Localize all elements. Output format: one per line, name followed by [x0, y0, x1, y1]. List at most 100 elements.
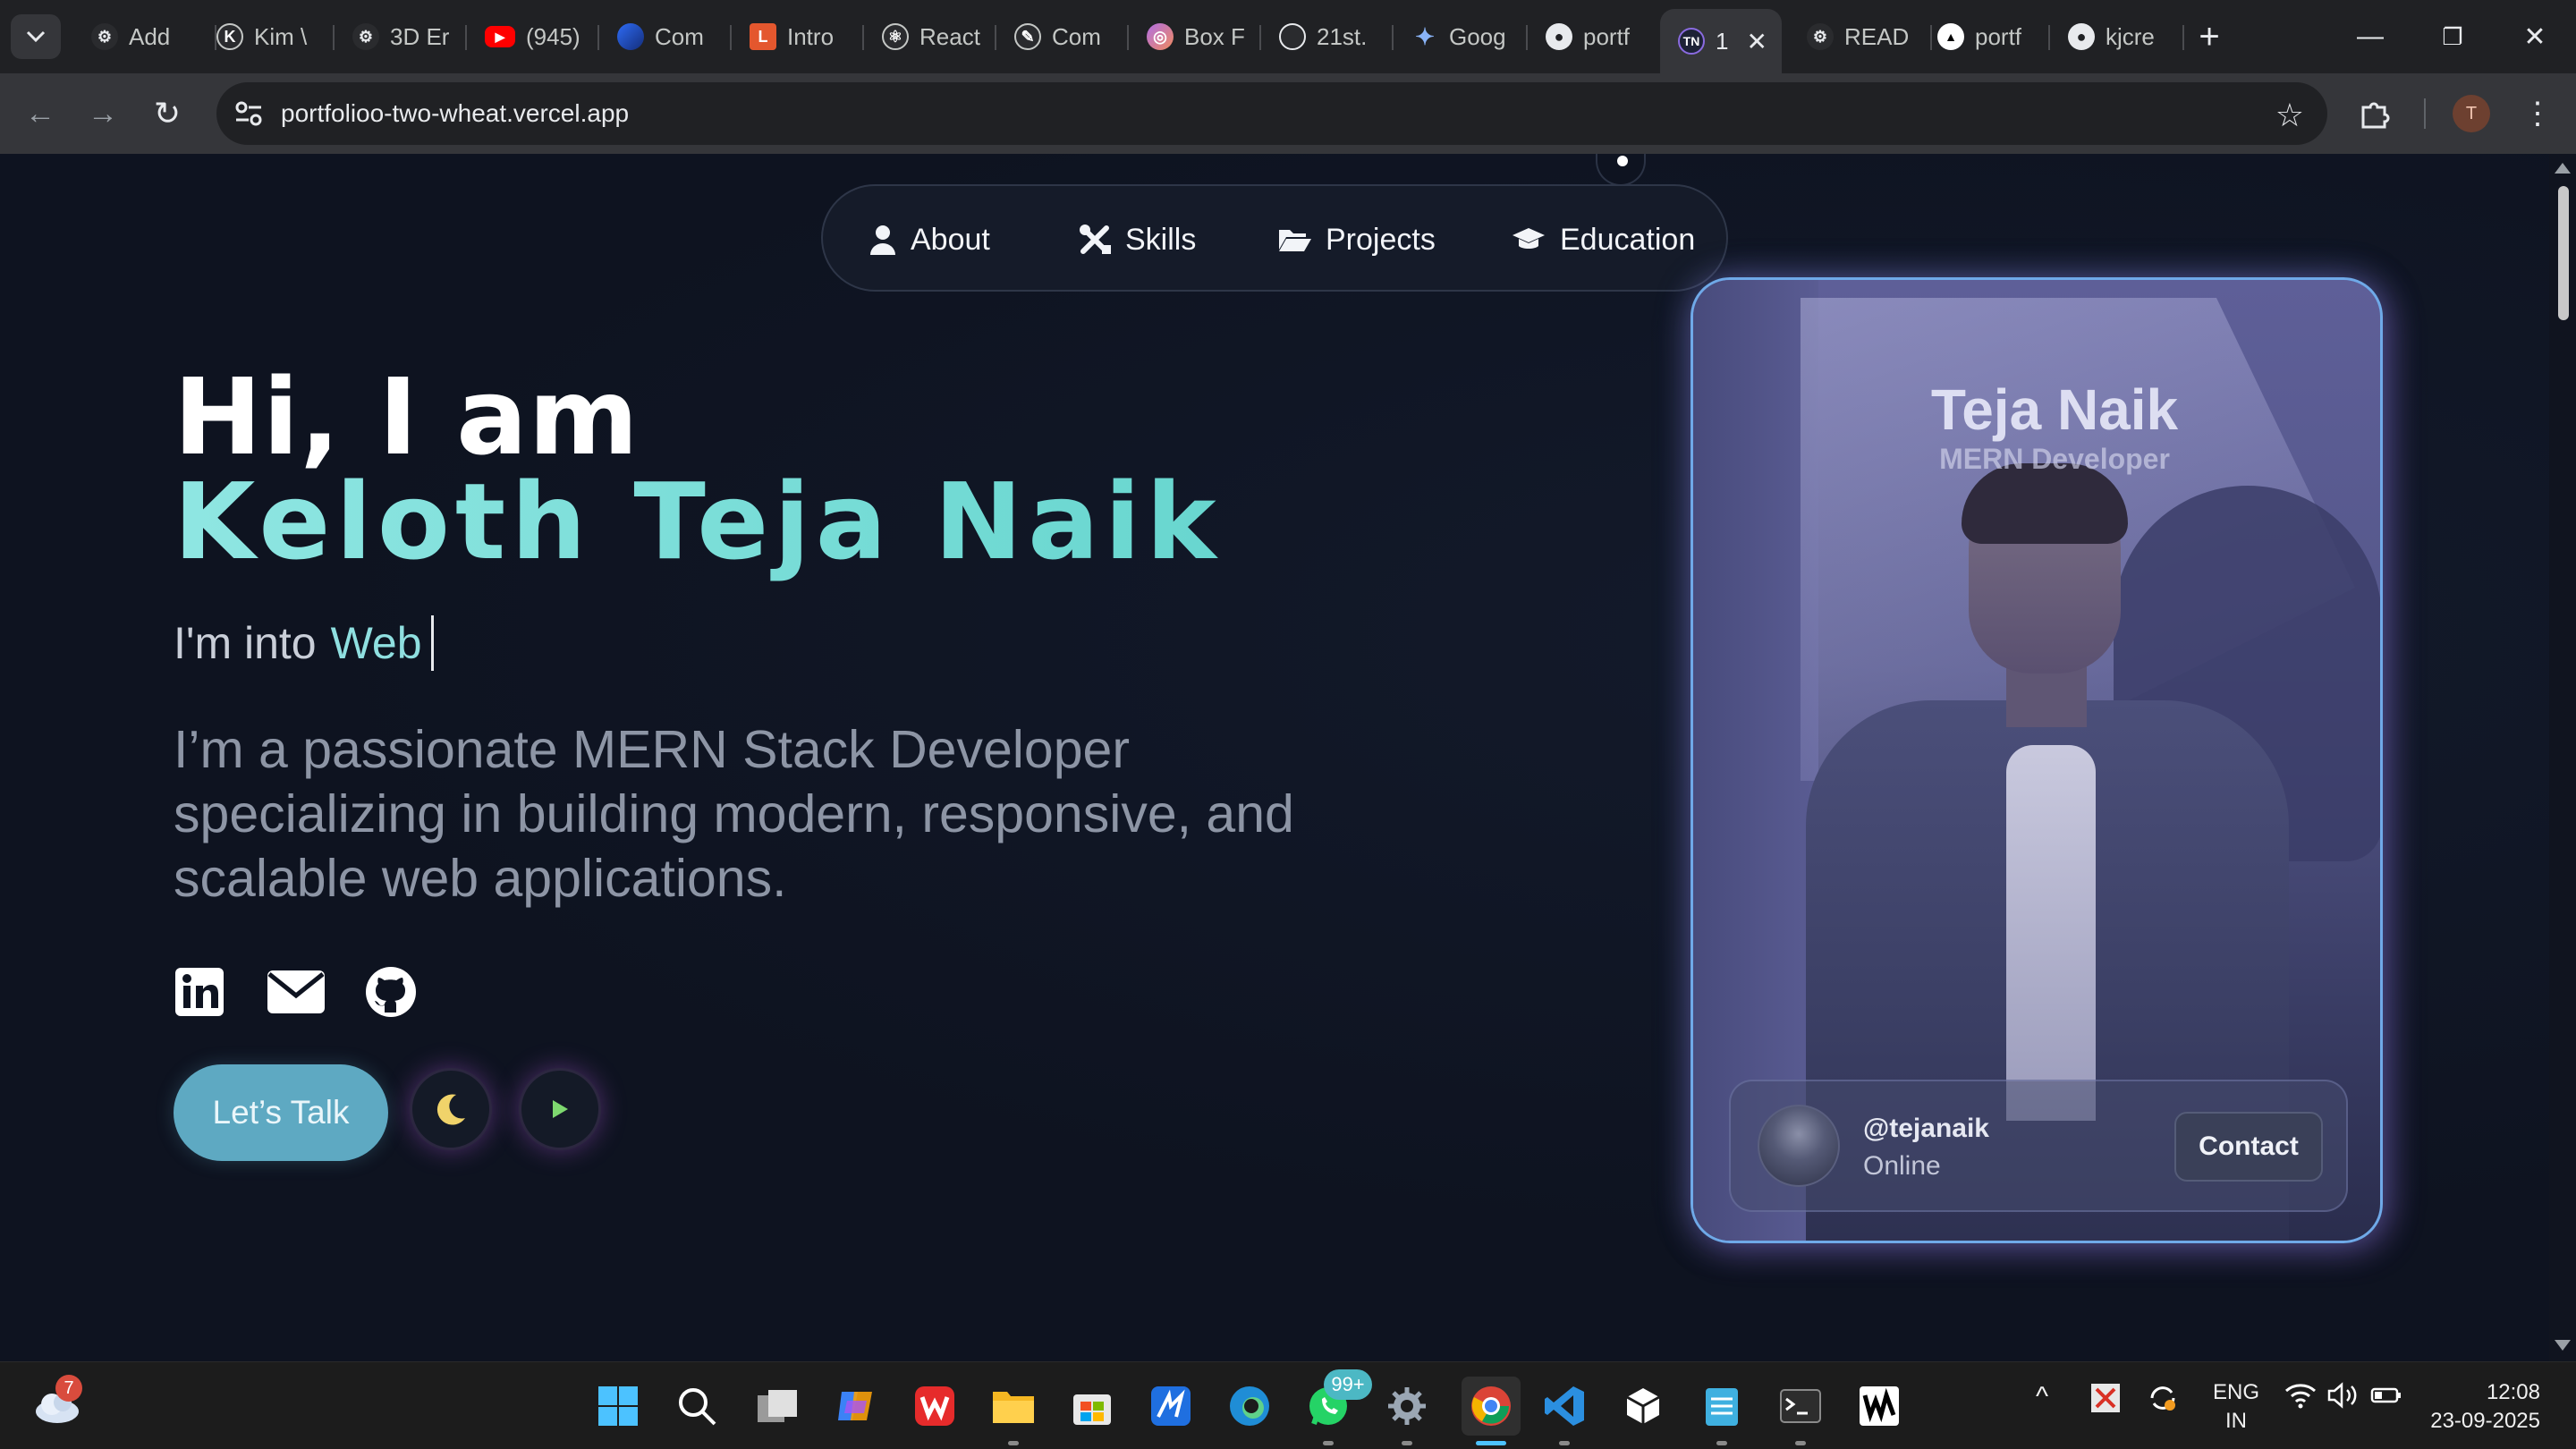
start-button[interactable] — [594, 1382, 642, 1430]
blocked-app-icon — [2091, 1384, 2120, 1412]
vscode-app[interactable] — [1540, 1382, 1589, 1430]
tab-title: Intro — [787, 22, 835, 50]
tab-search-button[interactable] — [11, 14, 61, 59]
more-menu-icon[interactable]: ⋮ — [2515, 91, 2560, 136]
bookmark-star-icon[interactable]: ☆ — [2275, 97, 2304, 134]
nav-item-about[interactable]: About — [869, 186, 990, 293]
whatsapp-unread-badge: 99+ — [1324, 1369, 1372, 1400]
hero-bio: I’m a passionate MERN Stack Developer sp… — [174, 720, 1294, 908]
browser-tab[interactable]: ⚙ Add — [73, 9, 216, 64]
volume-icon[interactable] — [2327, 1382, 2360, 1415]
wps-office-app[interactable] — [911, 1382, 959, 1430]
edge-app[interactable] — [1225, 1382, 1274, 1430]
browser-tab[interactable]: ● portf — [1528, 9, 1660, 64]
terminal-app[interactable] — [1776, 1382, 1825, 1430]
browser-tab[interactable]: ⚙ READ — [1789, 9, 1932, 64]
typing-word: Web — [330, 618, 422, 668]
system-clock[interactable]: 12:08 23-09-2025 — [2430, 1378, 2540, 1436]
tab-title: Kim \ — [254, 22, 308, 50]
wifi-icon[interactable] — [2284, 1382, 2317, 1415]
chrome-app[interactable] — [1462, 1377, 1521, 1436]
browser-tab[interactable]: L Intro — [732, 9, 864, 64]
theme-toggle-button[interactable] — [410, 1068, 492, 1150]
tray-app-icon[interactable] — [2089, 1382, 2122, 1420]
box-app[interactable] — [1619, 1382, 1667, 1430]
moon-icon — [436, 1094, 465, 1125]
scroll-thumb[interactable] — [2558, 186, 2569, 320]
tab-title: Goog — [1449, 22, 1506, 50]
close-window-button[interactable]: ✕ — [2508, 14, 2562, 59]
edge-icon — [1230, 1386, 1269, 1426]
nav-item-education[interactable]: Education — [1512, 186, 1695, 293]
ms-to-do-app[interactable] — [1147, 1382, 1195, 1430]
browser-tab[interactable]: ✎ Com — [996, 9, 1129, 64]
react-icon: ⚛ — [882, 23, 909, 50]
tab-title: (945) — [526, 22, 580, 50]
nav-item-label: Projects — [1326, 222, 1436, 257]
tray-sync-icon[interactable] — [2147, 1382, 2179, 1420]
task-view-button[interactable] — [753, 1382, 801, 1430]
scroll-down-arrow[interactable] — [2555, 1340, 2571, 1351]
scroll-up-arrow[interactable] — [2555, 163, 2571, 174]
browser-tab[interactable]: 21st. — [1261, 9, 1394, 64]
browser-tab-active[interactable]: TN 1 ✕ — [1660, 9, 1782, 73]
language-indicator[interactable]: ENG IN — [2213, 1378, 2259, 1436]
region-code: IN — [2225, 1409, 2247, 1433]
url-text[interactable]: portfolioo-two-wheat.vercel.app — [281, 99, 629, 128]
browser-tab[interactable]: ⚙ 3D Er — [335, 9, 467, 64]
graduation-cap-icon — [1513, 228, 1545, 249]
sync-icon — [2150, 1386, 2175, 1411]
clock-date: 23-09-2025 — [2430, 1409, 2540, 1433]
nav-item-skills[interactable]: Skills — [1079, 186, 1196, 293]
browser-tab[interactable]: ◎ Box F — [1129, 9, 1261, 64]
app-running-indicator — [1008, 1441, 1019, 1445]
close-tab-icon[interactable]: ✕ — [1747, 27, 1767, 56]
folder-open-icon — [1279, 230, 1311, 251]
reload-button[interactable]: ↻ — [145, 91, 190, 136]
linkedin-link[interactable] — [174, 966, 225, 1018]
weather-badge: 7 — [55, 1375, 82, 1402]
copilot-app[interactable] — [832, 1382, 880, 1430]
back-button[interactable]: ← — [18, 91, 63, 136]
app-active-indicator — [1476, 1441, 1506, 1445]
contact-button[interactable]: Contact — [2174, 1112, 2323, 1182]
email-link[interactable] — [267, 966, 326, 1018]
webstorm-app[interactable] — [1855, 1382, 1903, 1430]
minimize-button[interactable]: — — [2343, 14, 2397, 59]
extensions-icon[interactable] — [2352, 91, 2397, 136]
github-link[interactable] — [365, 966, 417, 1018]
tray-overflow-chevron[interactable]: ^ — [2036, 1382, 2048, 1412]
lets-talk-button[interactable]: Let’s Talk — [174, 1064, 388, 1161]
browser-tab[interactable]: ⚛ React — [864, 9, 996, 64]
browser-tab[interactable]: ● kjcre — [2050, 9, 2184, 64]
new-tab-button[interactable]: + — [2182, 14, 2236, 59]
address-bar[interactable]: portfolioo-two-wheat.vercel.app ☆ — [216, 82, 2327, 145]
gemini-icon: ✦ — [1415, 22, 1435, 50]
profile-card: Teja Naik MERN Developer @tejanaik Onlin… — [1690, 277, 2383, 1243]
browser-tab[interactable]: ✦ Goog — [1394, 9, 1528, 64]
forward-button[interactable]: → — [80, 91, 125, 136]
profile-avatar[interactable]: T — [2453, 95, 2490, 132]
battery-icon[interactable] — [2370, 1382, 2402, 1415]
browser-tab[interactable]: ▶ (945) — [467, 9, 599, 64]
language-code: ENG — [2213, 1380, 2260, 1404]
page-scrollbar[interactable] — [2549, 154, 2576, 1361]
music-play-button[interactable] — [519, 1068, 601, 1150]
nav-item-projects[interactable]: Projects — [1277, 186, 1436, 293]
site-info-icon[interactable] — [231, 101, 267, 126]
tab-title: READ — [1844, 22, 1910, 50]
browser-tab[interactable]: Com — [599, 9, 732, 64]
taskbar-search[interactable] — [673, 1382, 721, 1430]
browser-tab[interactable]: K Kim \ — [199, 9, 335, 64]
clock-time: 12:08 — [2486, 1380, 2540, 1404]
file-explorer-app[interactable] — [989, 1382, 1038, 1430]
github-icon: ● — [2068, 23, 2095, 50]
nav-item-label: About — [911, 222, 990, 257]
browser-tab-strip: ⚙ Add K Kim \ ⚙ 3D Er ▶ (945) Com L Intr… — [0, 0, 2576, 73]
settings-app[interactable] — [1383, 1382, 1431, 1430]
browser-tab[interactable]: ▲ portf — [1919, 9, 2050, 64]
microsoft-store-app[interactable] — [1068, 1382, 1116, 1430]
nav-item-label: Education — [1560, 222, 1696, 257]
restore-button[interactable]: ❐ — [2426, 14, 2479, 59]
notepad-app[interactable] — [1698, 1382, 1746, 1430]
